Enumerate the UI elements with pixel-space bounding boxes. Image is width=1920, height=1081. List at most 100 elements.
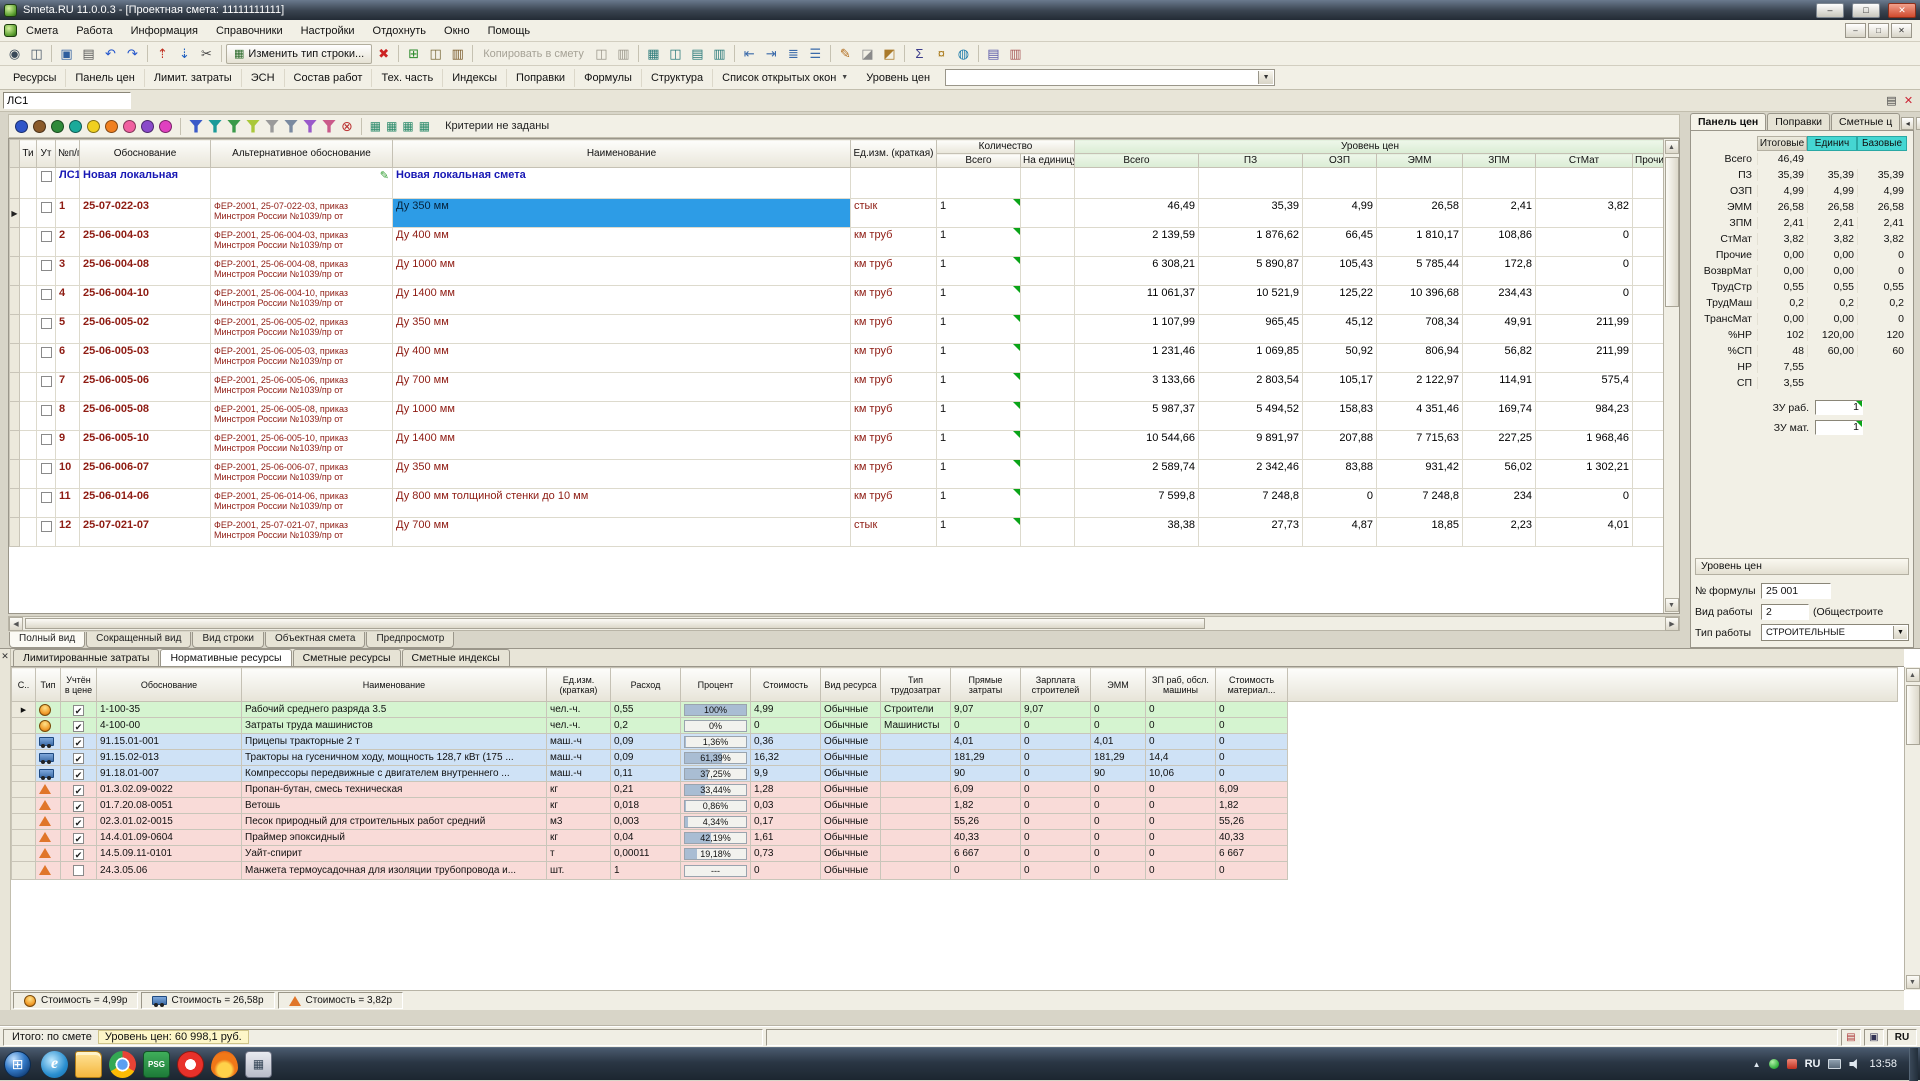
- close-button[interactable]: ✕: [1888, 3, 1916, 18]
- checkbox[interactable]: [41, 463, 52, 474]
- column-header[interactable]: С..: [12, 668, 36, 702]
- menu-item[interactable]: Информация: [122, 22, 207, 40]
- mdi-close-button[interactable]: ✕: [1891, 23, 1912, 38]
- maximize-button[interactable]: □: [1852, 3, 1880, 18]
- copy-fragment-icon[interactable]: ◫: [591, 44, 612, 64]
- paste-row-icon[interactable]: ▥: [447, 44, 468, 64]
- filter-circle-icon[interactable]: [51, 120, 64, 133]
- estimate-row[interactable]: 525-06-005-02ФЕР-2001, 25-06-005-02, при…: [10, 315, 1666, 344]
- checkbox-checked[interactable]: ✔: [73, 849, 84, 860]
- layout-indicator[interactable]: RU: [1887, 1029, 1917, 1046]
- work-type-combo[interactable]: СТРОИТЕЛЬНЫЕ▼: [1761, 624, 1909, 641]
- column-header[interactable]: Ут: [37, 140, 56, 168]
- change-row-type-button[interactable]: ▦Изменить тип строки...: [226, 44, 372, 64]
- checkbox-checked[interactable]: ✔: [73, 721, 84, 732]
- estimate-row[interactable]: 925-06-005-10ФЕР-2001, 25-06-005-10, при…: [10, 431, 1666, 460]
- estimate-row[interactable]: 725-06-005-06ФЕР-2001, 25-06-005-06, при…: [10, 373, 1666, 402]
- zu-input[interactable]: 1: [1815, 400, 1863, 415]
- indent-right-icon[interactable]: ⇥: [761, 44, 782, 64]
- resource-row[interactable]: ✔4-100-00Затраты труда машинистовчел.-ч.…: [12, 718, 1898, 734]
- report-icon[interactable]: ▤: [983, 44, 1004, 64]
- column-header[interactable]: Тип трудозатрат: [881, 668, 951, 702]
- filter-funnel-icon[interactable]: [284, 120, 298, 133]
- checkbox[interactable]: [73, 865, 84, 876]
- column-header[interactable]: Расход: [611, 668, 681, 702]
- open-windows-menu[interactable]: Список открытых окон▼: [713, 69, 857, 87]
- keyboard-icon[interactable]: [1828, 1059, 1841, 1069]
- name-cell[interactable]: Ду 350 мм: [393, 460, 851, 489]
- clear-filter-icon[interactable]: ⊗: [341, 120, 353, 133]
- column-header[interactable]: №п/п: [56, 140, 80, 168]
- pencil-icon[interactable]: ✎: [835, 44, 856, 64]
- included-checkbox-cell[interactable]: ✔: [61, 766, 97, 782]
- price-column-header[interactable]: Итоговые: [1757, 136, 1807, 151]
- checkbox[interactable]: [41, 347, 52, 358]
- disk-icon[interactable]: ▣: [1864, 1029, 1884, 1046]
- column-header[interactable]: ОЗП: [1303, 154, 1377, 168]
- picture-icon[interactable]: ◩: [879, 44, 900, 64]
- panel-menu-icon[interactable]: ▤: [1883, 93, 1900, 109]
- column-header[interactable]: ЭММ: [1377, 154, 1463, 168]
- filter-circle-icon[interactable]: [159, 120, 172, 133]
- checkbox[interactable]: [41, 318, 52, 329]
- price-column-header[interactable]: Единич: [1807, 136, 1857, 151]
- panel-tab[interactable]: Сметные ц: [1831, 113, 1900, 130]
- psg-icon[interactable]: PSG: [143, 1051, 170, 1078]
- resource-row[interactable]: 24.3.05.06Манжета термоусадочная для изо…: [12, 862, 1898, 880]
- sort-up-icon[interactable]: ⇡: [152, 44, 173, 64]
- indent-left-icon[interactable]: ⇤: [739, 44, 760, 64]
- checkbox[interactable]: [41, 521, 52, 532]
- scroll-left-icon[interactable]: ◀: [9, 617, 23, 631]
- column-header[interactable]: Наименование: [393, 140, 851, 168]
- criteria-grid-icon[interactable]: ▦: [402, 119, 413, 133]
- insert-row-icon[interactable]: ⊞: [403, 44, 424, 64]
- filter-circle-icon[interactable]: [87, 120, 100, 133]
- price-level-combo[interactable]: ▼: [945, 69, 1275, 86]
- scroll-thumb[interactable]: [1906, 685, 1920, 745]
- criteria-grid-icon[interactable]: ▦: [370, 119, 381, 133]
- filter-circle-icon[interactable]: [141, 120, 154, 133]
- delete-row-icon[interactable]: ✖: [373, 44, 394, 64]
- form-view-icon[interactable]: ▤: [687, 44, 708, 64]
- name-cell[interactable]: Ду 400 мм: [393, 344, 851, 373]
- filter-funnel-icon[interactable]: [189, 120, 203, 133]
- view-tab[interactable]: Объектная смета: [265, 632, 365, 648]
- scroll-down-icon[interactable]: ▼: [1665, 598, 1679, 612]
- column-header[interactable]: ПЗ: [1199, 154, 1303, 168]
- checkbox-checked[interactable]: ✔: [73, 817, 84, 828]
- filter-circle-icon[interactable]: [105, 120, 118, 133]
- estimate-group-row[interactable]: ЛС1Новая локальная✎Новая локальная смета: [10, 168, 1666, 199]
- estimate-row[interactable]: 1125-06-014-06ФЕР-2001, 25-06-014-06, пр…: [10, 489, 1666, 518]
- panel-toggle-button[interactable]: Индексы: [443, 69, 507, 87]
- filter-circle-icon[interactable]: [123, 120, 136, 133]
- checkbox-checked[interactable]: ✔: [73, 705, 84, 716]
- resources-vertical-scrollbar[interactable]: ▲ ▼: [1904, 667, 1920, 990]
- included-checkbox-cell[interactable]: ✔: [61, 814, 97, 830]
- undo-icon[interactable]: ↶: [100, 44, 121, 64]
- column-header[interactable]: Прочие: [1633, 154, 1666, 168]
- menu-item[interactable]: Настройки: [292, 22, 364, 40]
- estimate-row[interactable]: 425-06-004-10ФЕР-2001, 25-06-004-10, при…: [10, 286, 1666, 315]
- scroll-thumb[interactable]: [25, 618, 1205, 629]
- estimate-horizontal-scrollbar[interactable]: ◀ ▶: [8, 616, 1680, 631]
- name-cell[interactable]: Ду 350 мм: [393, 315, 851, 344]
- view-tab[interactable]: Предпросмотр: [366, 632, 454, 648]
- panel-toggle-button[interactable]: Тех. часть: [372, 69, 443, 87]
- panel-toggle-button[interactable]: Структура: [642, 69, 713, 87]
- scroll-down-icon[interactable]: ▼: [1906, 975, 1920, 989]
- tabs-scroll-right-icon[interactable]: ▸: [1916, 117, 1920, 130]
- sort-down-icon[interactable]: ⇣: [174, 44, 195, 64]
- panel-toggle-button[interactable]: Состав работ: [285, 69, 373, 87]
- name-cell[interactable]: Ду 1400 мм: [393, 431, 851, 460]
- scroll-thumb[interactable]: [1665, 157, 1679, 307]
- filter-funnel-icon[interactable]: [208, 120, 222, 133]
- scroll-up-icon[interactable]: ▲: [1665, 140, 1679, 154]
- resource-row[interactable]: ✔91.18.01-007Компрессоры передвижные с д…: [12, 766, 1898, 782]
- menu-item[interactable]: Работа: [67, 22, 121, 40]
- checkbox-checked[interactable]: ✔: [73, 833, 84, 844]
- chart-icon[interactable]: ▥: [1005, 44, 1026, 64]
- fire-icon[interactable]: [211, 1051, 238, 1078]
- speaker-icon[interactable]: [1849, 1059, 1861, 1070]
- resource-row[interactable]: ▶✔1-100-35Рабочий среднего разряда 3.5че…: [12, 702, 1898, 718]
- resource-row[interactable]: ✔14.4.01.09-0604Праймер эпоксидныйкг0,04…: [12, 830, 1898, 846]
